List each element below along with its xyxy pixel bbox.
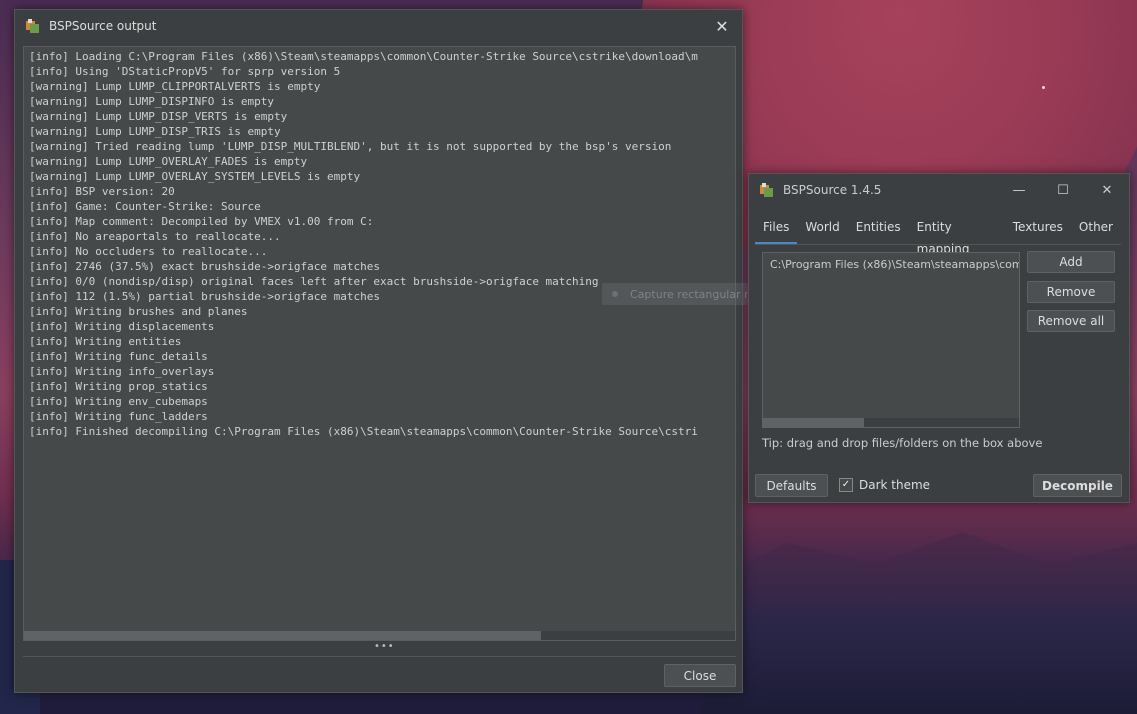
log-lines: [info] Loading C:\Program Files (x86)\St… xyxy=(24,47,735,439)
log-line: [info] Map comment: Decompiled by VMEX v… xyxy=(29,215,374,228)
log-line: [info] BSP version: 20 xyxy=(29,185,175,198)
log-line: [info] Writing entities xyxy=(29,335,182,348)
log-line: [info] Writing displacements xyxy=(29,320,215,333)
resize-grip-icon[interactable]: ••• xyxy=(374,641,395,652)
capture-tooltip-label: Capture rectangular re xyxy=(630,287,756,301)
log-line: [info] Writing info_overlays xyxy=(29,365,215,378)
log-line: [info] No occluders to reallocate... xyxy=(29,245,268,258)
defaults-button[interactable]: Defaults xyxy=(755,474,828,497)
log-line: [warning] Lump LUMP_OVERLAY_FADES is emp… xyxy=(29,155,308,168)
tab-entities[interactable]: Entities xyxy=(848,216,909,242)
app-icon xyxy=(760,183,773,197)
close-button[interactable]: Close xyxy=(664,664,736,687)
background-star xyxy=(1042,86,1045,89)
background-mountains xyxy=(700,532,1137,714)
log-line: [info] Game: Counter-Strike: Source xyxy=(29,200,261,213)
remove-button[interactable]: Remove xyxy=(1027,281,1115,303)
log-line: [info] Writing func_details xyxy=(29,350,208,363)
horizontal-scrollbar[interactable] xyxy=(763,418,1019,427)
main-titlebar[interactable]: BSPSource 1.4.5 — ☐ ✕ xyxy=(749,174,1129,206)
tab-files[interactable]: Files xyxy=(755,216,798,244)
close-icon[interactable]: ✕ xyxy=(1085,183,1129,198)
close-icon[interactable]: ✕ xyxy=(702,17,742,36)
remove-all-button[interactable]: Remove all xyxy=(1027,310,1115,332)
add-button[interactable]: Add xyxy=(1027,251,1115,273)
scrollbar-thumb[interactable] xyxy=(24,631,541,640)
log-line: [info] No areaportals to reallocate... xyxy=(29,230,281,243)
list-item[interactable]: C:\Program Files (x86)\Steam\steamapps\c… xyxy=(763,253,1019,271)
output-window-title: BSPSource output xyxy=(49,19,157,33)
output-titlebar[interactable]: BSPSource output ✕ xyxy=(15,10,742,42)
output-window: BSPSource output ✕ [info] Loading C:\Pro… xyxy=(14,9,743,693)
dark-theme-label: Dark theme xyxy=(859,478,931,492)
tab-world[interactable]: World xyxy=(797,216,847,242)
dark-theme-checkbox[interactable]: ✓ Dark theme xyxy=(839,478,930,492)
scrollbar-thumb[interactable] xyxy=(763,418,864,427)
tip-text: Tip: drag and drop files/folders on the … xyxy=(762,436,1043,450)
record-dot-icon xyxy=(612,291,618,297)
log-textarea[interactable]: [info] Loading C:\Program Files (x86)\St… xyxy=(23,46,736,641)
tab-bar: Files World Entities Entity mapping Text… xyxy=(755,216,1121,256)
app-icon xyxy=(26,19,39,33)
log-line: [info] Using 'DStaticPropV5' for sprp ve… xyxy=(29,65,341,78)
decompile-button[interactable]: Decompile xyxy=(1033,474,1122,497)
file-list[interactable]: C:\Program Files (x86)\Steam\steamapps\c… xyxy=(762,252,1020,428)
log-line: [info] Writing env_cubemaps xyxy=(29,395,208,408)
log-line: [warning] Lump LUMP_CLIPPORTALVERTS is e… xyxy=(29,80,321,93)
log-line: [info] Writing func_ladders xyxy=(29,410,208,423)
main-window-title: BSPSource 1.4.5 xyxy=(783,183,882,197)
log-line: [warning] Lump LUMP_DISP_VERTS is empty xyxy=(29,110,288,123)
tab-textures[interactable]: Textures xyxy=(1005,216,1071,242)
tab-entity-mapping[interactable]: Entity mapping xyxy=(909,216,1005,256)
minimize-icon[interactable]: — xyxy=(997,183,1041,198)
log-line: [warning] Tried reading lump 'LUMP_DISP_… xyxy=(29,140,672,153)
log-line: [info] Writing brushes and planes xyxy=(29,305,248,318)
maximize-icon[interactable]: ☐ xyxy=(1041,183,1085,198)
checkmark-icon[interactable]: ✓ xyxy=(839,478,853,492)
log-line: [info] Loading C:\Program Files (x86)\St… xyxy=(29,50,698,63)
log-line: [info] Writing prop_statics xyxy=(29,380,208,393)
log-line: [info] 2746 (37.5%) exact brushside->ori… xyxy=(29,260,380,273)
log-line: [warning] Lump LUMP_DISP_TRIS is empty xyxy=(29,125,281,138)
horizontal-scrollbar[interactable] xyxy=(24,631,735,640)
divider xyxy=(23,656,736,657)
log-line: [warning] Lump LUMP_OVERLAY_SYSTEM_LEVEL… xyxy=(29,170,361,183)
log-line: [info] Finished decompiling C:\Program F… xyxy=(29,425,698,438)
tab-other[interactable]: Other xyxy=(1071,216,1121,242)
main-window: BSPSource 1.4.5 — ☐ ✕ Files World Entiti… xyxy=(748,173,1130,503)
log-line: [warning] Lump LUMP_DISPINFO is empty xyxy=(29,95,275,108)
